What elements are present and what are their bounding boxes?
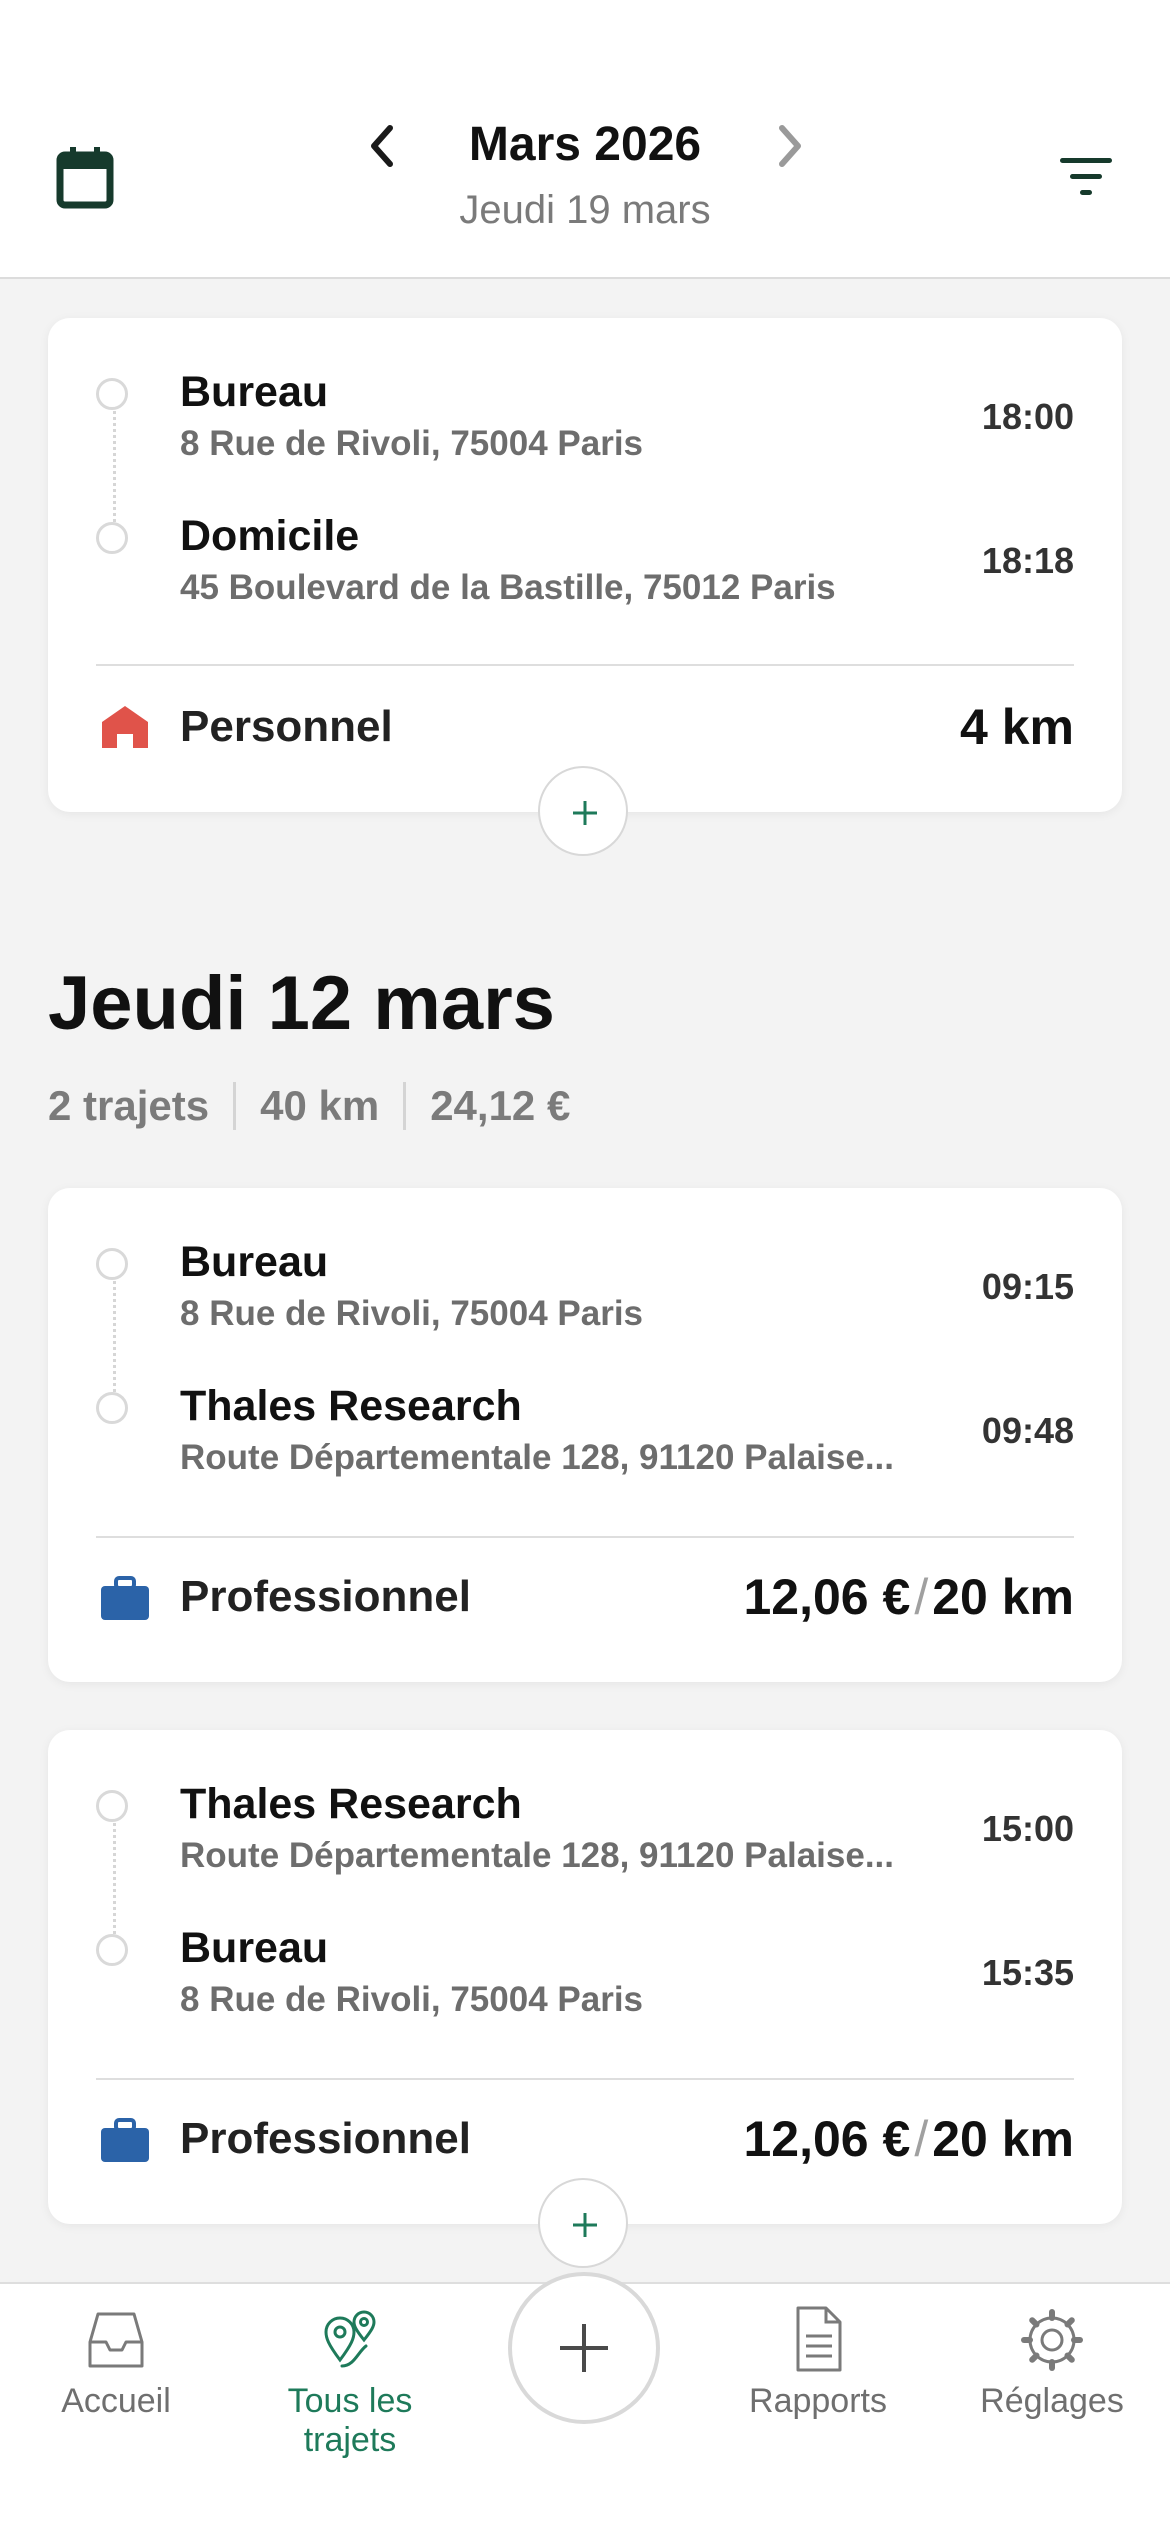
stop-time: 18:18 [981, 540, 1074, 581]
stop-time: 09:15 [981, 1266, 1074, 1307]
trip-amount-distance: 12,06 €/20 km [743, 2110, 1074, 2168]
stop-time: 09:48 [981, 1410, 1074, 1451]
trip-distance: 4 km [960, 699, 1074, 755]
route-line [113, 1276, 116, 1404]
day-summary: 2 trajets 40 km 24,12 € [48, 1080, 570, 1132]
tab-rapports[interactable]: Rapports [718, 2304, 918, 2434]
stop-address: 8 Rue de Rivoli, 75004 Paris [180, 424, 644, 463]
stop-dot [96, 1248, 128, 1280]
stop-place: Domicile [180, 512, 360, 560]
trip-count: 2 trajets [48, 1082, 210, 1129]
stop-place: Thales Research [180, 1780, 522, 1828]
trip-category: Personnel [180, 702, 393, 751]
stop-place: Bureau [180, 1238, 329, 1286]
stop-dot [96, 1790, 128, 1822]
trip-card[interactable]: Bureau 8 Rue de Rivoli, 75004 Paris 18:0… [48, 318, 1122, 812]
separator [233, 1082, 237, 1130]
divider [96, 1536, 1074, 1538]
plus-icon [573, 2213, 597, 2237]
day-title: Jeudi 12 mars [48, 961, 555, 1046]
plus-icon [560, 2324, 608, 2372]
stop-address: 8 Rue de Rivoli, 75004 Paris [180, 1294, 644, 1333]
tab-label: Réglages [980, 2382, 1124, 2420]
map-pins-icon [324, 2310, 376, 2368]
plus-icon [573, 801, 597, 825]
add-trip-button[interactable] [538, 2178, 628, 2268]
trip-amount-distance: 12,06 €/20 km [743, 1568, 1074, 1626]
stop-address: 8 Rue de Rivoli, 75004 Paris [180, 1980, 644, 2019]
stop-place: Thales Research [180, 1382, 522, 1430]
stop-time: 18:00 [981, 396, 1074, 437]
route-line [113, 1818, 116, 1946]
amount-separator: / [914, 2111, 929, 2167]
tab-tous-les-trajets[interactable]: Tous les trajets [250, 2304, 450, 2459]
trip-card[interactable]: Bureau 8 Rue de Rivoli, 75004 Paris 09:1… [48, 1188, 1122, 1682]
route-line [113, 406, 116, 534]
inbox-icon [88, 2312, 144, 2368]
app-header: Mars 2026 Jeudi 19 mars [0, 0, 1170, 279]
tab-label: Rapports [749, 2382, 887, 2420]
divider [96, 664, 1074, 666]
divider [96, 2078, 1074, 2080]
tab-label: Tous les trajets [287, 2382, 413, 2459]
trip-card[interactable]: Thales Research Route Départementale 128… [48, 1730, 1122, 2224]
filter-icon[interactable] [1056, 152, 1116, 202]
stop-time: 15:35 [981, 1952, 1074, 1993]
tab-accueil[interactable]: Accueil [16, 2304, 216, 2434]
stop-address: 45 Boulevard de la Bastille, 75012 Paris [180, 568, 836, 607]
add-trip-fab[interactable] [508, 2272, 660, 2424]
amount-separator: / [914, 1569, 929, 1625]
separator [403, 1082, 407, 1130]
trip-distance: 20 km [932, 2111, 1074, 2167]
stop-dot [96, 522, 128, 554]
chevron-right-icon[interactable] [770, 118, 810, 174]
trip-amount: 12,06 € [743, 2111, 911, 2167]
trip-category: Professionnel [180, 2114, 471, 2163]
tab-label: Accueil [61, 2382, 171, 2420]
briefcase-icon [101, 1576, 149, 1620]
stop-address: Route Départementale 128, 91120 Palaise.… [180, 1836, 894, 1875]
stop-place: Bureau [180, 368, 329, 416]
month-selector: Mars 2026 [0, 110, 1170, 180]
current-date: Jeudi 19 mars [459, 188, 711, 232]
add-trip-button[interactable] [538, 766, 628, 856]
trip-category: Professionnel [180, 1572, 471, 1621]
document-icon [796, 2306, 842, 2372]
briefcase-icon [101, 2118, 149, 2162]
month-title[interactable]: Mars 2026 [469, 118, 701, 171]
stop-address: Route Départementale 128, 91120 Palaise.… [180, 1438, 894, 1477]
stop-time: 15:00 [981, 1808, 1074, 1849]
home-icon [102, 706, 148, 748]
stop-dot [96, 378, 128, 410]
stop-dot [96, 1392, 128, 1424]
trip-amount: 12,06 € [743, 1569, 911, 1625]
bottom-tab-bar: Accueil Tous les trajets Rapports Réglag… [0, 2272, 1170, 2534]
trip-distance: 20 km [932, 1569, 1074, 1625]
gear-icon [1021, 2309, 1083, 2371]
day-distance: 40 km [260, 1082, 380, 1129]
tab-reglages[interactable]: Réglages [952, 2304, 1152, 2434]
stop-dot [96, 1934, 128, 1966]
day-amount: 24,12 € [430, 1082, 571, 1129]
stop-place: Bureau [180, 1924, 329, 1972]
